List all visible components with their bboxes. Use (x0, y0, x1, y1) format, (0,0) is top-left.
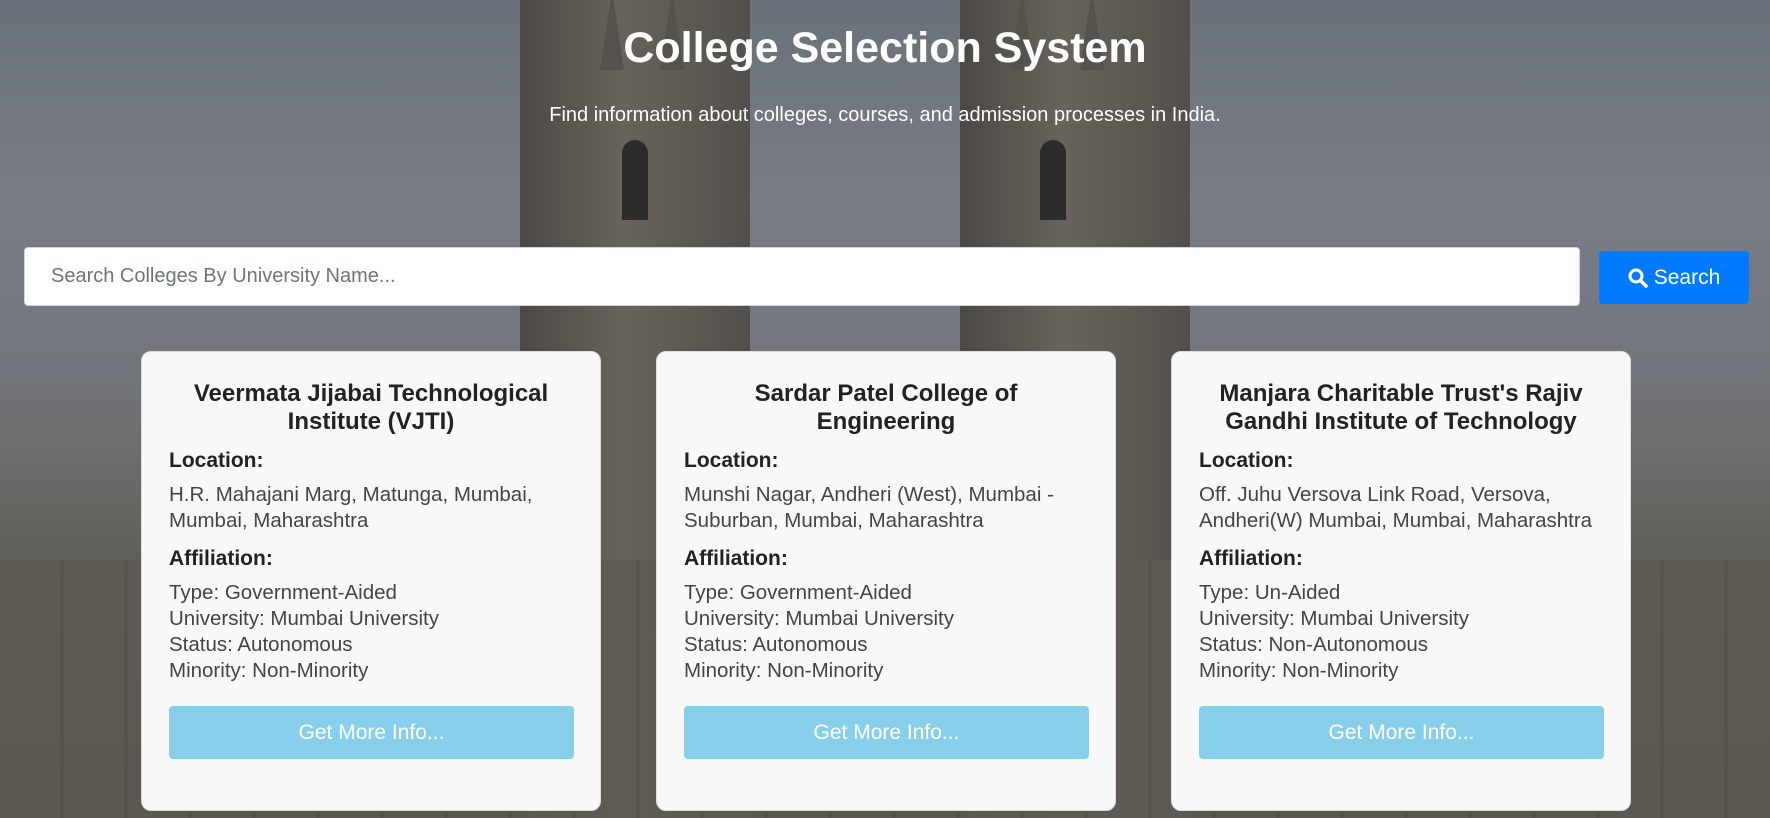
affiliation-details: Type: Un-Aided University: Mumbai Univer… (1199, 580, 1603, 684)
affiliation-type: Type: Government-Aided (169, 581, 397, 604)
college-name: Manjara Charitable Trust's Rajiv Gandhi … (1219, 380, 1583, 435)
search-button-label: Search (1653, 265, 1721, 289)
page-subtitle: Find information about colleges, courses… (549, 104, 1221, 126)
get-more-info-button[interactable]: Get More Info... (1199, 706, 1604, 759)
affiliation-label: Affiliation: (684, 547, 788, 570)
college-card: Veermata Jijabai Technological Institute… (141, 351, 601, 811)
college-name: Sardar Patel College of Engineering (754, 380, 1018, 435)
affiliation-details: Type: Government-Aided University: Mumba… (169, 580, 573, 684)
search-button[interactable]: Search (1599, 251, 1749, 304)
college-card: Sardar Patel College of Engineering Loca… (656, 351, 1116, 811)
search-input[interactable] (24, 247, 1580, 306)
affiliation-university: University: Mumbai University (169, 607, 439, 630)
affiliation-university: University: Mumbai University (1199, 607, 1469, 630)
affiliation-status: Status: Autonomous (169, 633, 353, 656)
affiliation-details: Type: Government-Aided University: Mumba… (684, 580, 1088, 684)
location-label: Location: (684, 449, 779, 472)
location-value: Munshi Nagar, Andheri (West), Mumbai - S… (684, 483, 1054, 532)
location-value: Off. Juhu Versova Link Road, Versova, An… (1199, 483, 1593, 532)
affiliation-minority: Minority: Non-Minority (684, 659, 884, 682)
location-label: Location: (169, 449, 264, 472)
affiliation-type: Type: Un-Aided (1199, 581, 1341, 604)
affiliation-minority: Minority: Non-Minority (1199, 659, 1399, 682)
get-more-info-button[interactable]: Get More Info... (684, 706, 1089, 759)
affiliation-minority: Minority: Non-Minority (169, 659, 369, 682)
affiliation-university: University: Mumbai University (684, 607, 954, 630)
affiliation-status: Status: Autonomous (684, 633, 868, 656)
location-value: H.R. Mahajani Marg, Matunga, Mumbai, Mum… (169, 483, 533, 532)
affiliation-status: Status: Non-Autonomous (1199, 633, 1429, 656)
affiliation-type: Type: Government-Aided (684, 581, 912, 604)
main-content: College Selection System Find informatio… (0, 0, 1770, 818)
college-card: Manjara Charitable Trust's Rajiv Gandhi … (1171, 351, 1631, 811)
page-title: College Selection System (623, 24, 1147, 72)
search-icon (1628, 268, 1648, 288)
get-more-info-button[interactable]: Get More Info... (169, 706, 574, 759)
college-name: Veermata Jijabai Technological Institute… (193, 380, 549, 435)
affiliation-label: Affiliation: (1199, 547, 1303, 570)
location-label: Location: (1199, 449, 1294, 472)
affiliation-label: Affiliation: (169, 547, 273, 570)
